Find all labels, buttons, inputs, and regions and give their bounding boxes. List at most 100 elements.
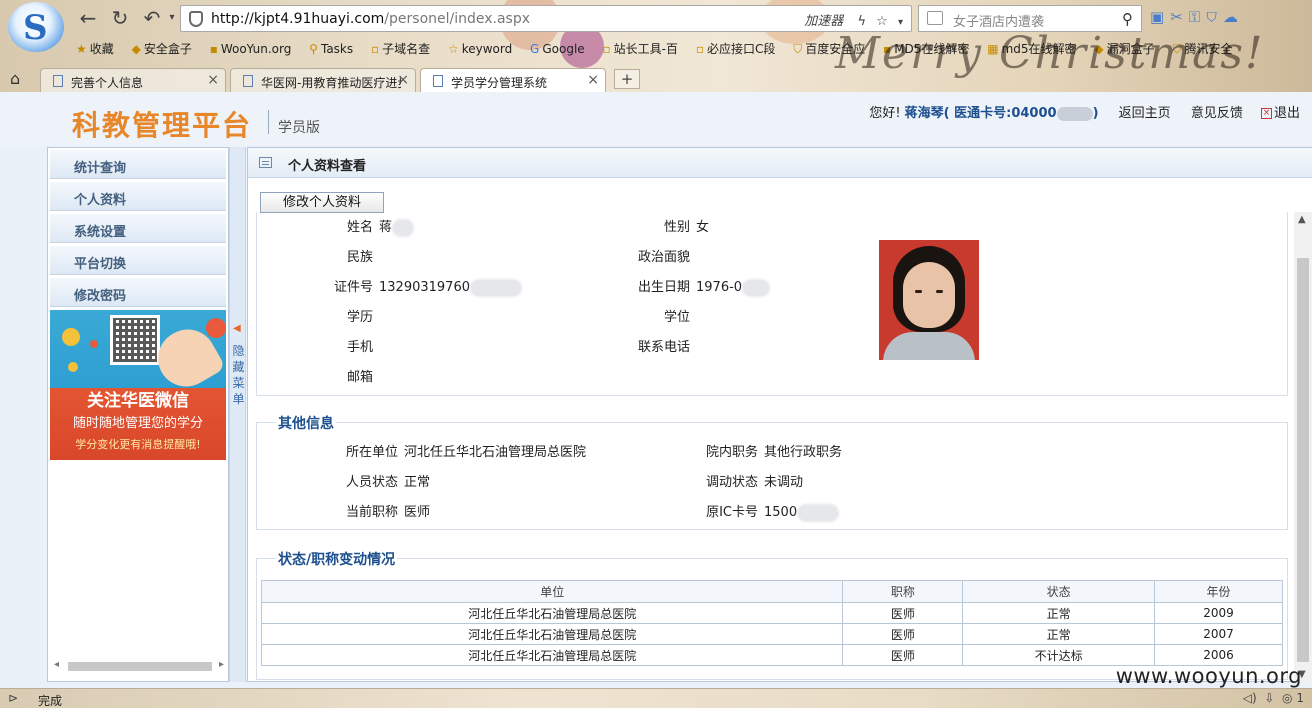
- shield-icon[interactable]: ⛉: [1206, 8, 1223, 26]
- scroll-up-icon[interactable]: ▲: [1298, 214, 1306, 225]
- panel-header: 个人资料查看: [248, 148, 1312, 178]
- box-icon: ◆: [131, 42, 141, 56]
- refresh-icon[interactable]: ↻: [108, 6, 132, 30]
- scroll-right-icon[interactable]: ▸: [219, 659, 224, 670]
- banner-title: 关注华医微信: [87, 391, 189, 411]
- wechat-banner[interactable]: 关注华医微信 随时随地管理您的学分 学分变化更有消息提醒哦!: [50, 310, 226, 460]
- key-icon[interactable]: ⚿: [1189, 8, 1206, 26]
- sidebar-item-platform-switch[interactable]: 平台切换: [50, 246, 226, 275]
- table-row: 河北任丘华北石油管理局总医院 医师 正常 2009: [260, 602, 1283, 624]
- address-bar[interactable]: http://kjpt4.91huayi.com/personel/index.…: [180, 5, 912, 32]
- bookmark-item[interactable]: ☆ keyword: [448, 42, 512, 56]
- decoration: [62, 328, 80, 346]
- bookmark-item[interactable]: ▫ 站长工具-百: [603, 40, 678, 57]
- history-table: 单位 职称 状态 年份 河北任丘华北石油管理局总医院 医师 正常 2009 河北…: [260, 580, 1283, 666]
- home-icon[interactable]: ⌂: [10, 69, 20, 88]
- home-link[interactable]: 返回主页: [1119, 106, 1171, 121]
- site-icon: ⛉: [793, 42, 803, 56]
- table-cell: 医师: [842, 602, 964, 624]
- sidebar-item-settings[interactable]: 系统设置: [50, 214, 226, 243]
- tab-huayi[interactable]: 华医网-用教育推动医疗进步 ×: [230, 68, 416, 92]
- search-icon[interactable]: ⚲: [1122, 10, 1133, 28]
- table-cell: 医师: [842, 623, 964, 645]
- panel-title: 个人资料查看: [288, 159, 367, 174]
- edit-profile-button[interactable]: 修改个人资料: [260, 192, 384, 213]
- hide-menu-label: 隐藏菜单: [232, 344, 245, 406]
- bookmark-item[interactable]: ◆ 安全盒子: [132, 40, 192, 57]
- bookmark-label: Tasks: [320, 42, 354, 56]
- decoration: [68, 362, 78, 372]
- banner-subtitle: 随时随地管理您的学分: [72, 416, 203, 431]
- column-header: 职称: [842, 580, 964, 603]
- site-icon: ▫: [370, 42, 380, 56]
- url-text[interactable]: http://kjpt4.91huayi.com/personel/index.…: [211, 11, 530, 27]
- logout-link[interactable]: 退出: [1274, 106, 1300, 121]
- field-label: 调动状态: [705, 475, 758, 490]
- logout-icon[interactable]: ×: [1260, 108, 1272, 119]
- site-subtitle: 学员版: [278, 120, 320, 136]
- sidebar: 统计查询 个人资料 系统设置 平台切换 修改密码 关注华医微信 随时随地管理您的…: [47, 147, 229, 682]
- scissors-icon[interactable]: ✂: [1170, 8, 1189, 26]
- sidebar-item-profile[interactable]: 个人资料: [50, 182, 226, 211]
- banner-tagline: 学分变化更有消息提醒哦!: [75, 438, 201, 451]
- sidebar-item-statistics[interactable]: 统计查询: [50, 150, 226, 179]
- tab-profile-completion[interactable]: 完善个人信息 ×: [40, 68, 226, 92]
- site-icon: ▫: [695, 42, 704, 56]
- redacted-value: [797, 503, 840, 522]
- bookmark-label: 安全盒子: [143, 42, 192, 56]
- field-staff-status: 人员状态 正常: [328, 471, 430, 490]
- site-header: 科教管理平台 学员版 您好! 蒋海琴( 医通卡号:04000) 返回主页 意见反…: [0, 92, 1312, 146]
- browser-logo-icon[interactable]: S: [8, 2, 64, 52]
- bookmark-item[interactable]: ▫ 必应接口C段: [696, 40, 776, 57]
- bookmark-label: 子域名查: [382, 42, 431, 56]
- page-icon: [433, 75, 443, 87]
- bookmark-item[interactable]: ⚲ Tasks: [309, 42, 353, 56]
- sidebar-scrollbar[interactable]: ◂ ▸: [54, 659, 224, 673]
- field-value: 河北任丘华北石油管理局总医院: [404, 445, 587, 460]
- main-scrollbar[interactable]: ▲ ▼: [1294, 212, 1312, 682]
- page-icon: [53, 75, 63, 87]
- tab-label: 华医网-用教育推动医疗进步: [261, 76, 401, 90]
- table-cell: 2009: [1154, 602, 1283, 624]
- hide-menu-toggle[interactable]: ◀ 隐藏菜单: [229, 147, 246, 682]
- accelerator-button[interactable]: 加速器: [804, 14, 843, 29]
- speaker-icon[interactable]: ◁): [1243, 691, 1257, 705]
- field-unit: 所在单位 河北任丘华北石油管理局总医院: [328, 441, 586, 460]
- lightning-icon[interactable]: ϟ: [857, 14, 866, 29]
- chevron-down-icon[interactable]: ▾: [898, 17, 903, 28]
- search-engine-icon[interactable]: [927, 11, 943, 25]
- bookmark-item[interactable]: G Google: [530, 42, 585, 56]
- cloud-icon[interactable]: ☁: [1223, 8, 1244, 26]
- field-label: 院内职务: [705, 445, 758, 460]
- scroll-thumb[interactable]: [1297, 258, 1309, 662]
- sidebar-item-change-password[interactable]: 修改密码: [50, 278, 226, 307]
- new-tab-button[interactable]: +: [614, 69, 640, 89]
- status-right: ◁) ⇩ ◎ 1: [1243, 691, 1304, 705]
- scroll-thumb[interactable]: [68, 662, 212, 671]
- window-icon: [259, 157, 272, 168]
- bookmark-item[interactable]: ▫ 子域名查: [371, 40, 430, 57]
- other-info-heading: 其他信息: [276, 413, 336, 433]
- column-header: 年份: [1154, 580, 1283, 603]
- back-icon[interactable]: ←: [76, 6, 100, 30]
- close-icon[interactable]: ×: [587, 72, 599, 88]
- sidebar-toggle-icon[interactable]: ⊳: [8, 691, 18, 705]
- bookmark-label: keyword: [461, 42, 513, 56]
- favorite-star-icon[interactable]: ☆: [876, 14, 888, 29]
- bookmark-item[interactable]: ▪ WooYun.org: [210, 42, 292, 56]
- table-cell: 河北任丘华北石油管理局总医院: [260, 644, 844, 666]
- feedback-link[interactable]: 意见反馈: [1191, 106, 1243, 121]
- counter-icon[interactable]: ◎: [1282, 691, 1292, 705]
- download-icon[interactable]: ⇩: [1264, 691, 1274, 705]
- bookmark-item[interactable]: ★ 收藏: [76, 40, 114, 57]
- scroll-left-icon[interactable]: ◂: [54, 659, 59, 670]
- tab-credit-system[interactable]: 学员学分管理系统 ×: [420, 68, 606, 92]
- column-header: 状态: [962, 580, 1156, 603]
- table-cell: 2007: [1154, 623, 1283, 645]
- extension-icon[interactable]: ▣: [1150, 8, 1170, 26]
- close-icon[interactable]: ×: [207, 72, 219, 88]
- close-icon[interactable]: ×: [397, 72, 409, 88]
- url-host: http://kjpt4.91huayi.com: [211, 11, 385, 27]
- qr-code: [110, 315, 160, 365]
- page: 科教管理平台 学员版 您好! 蒋海琴( 医通卡号:04000) 返回主页 意见反…: [0, 92, 1312, 688]
